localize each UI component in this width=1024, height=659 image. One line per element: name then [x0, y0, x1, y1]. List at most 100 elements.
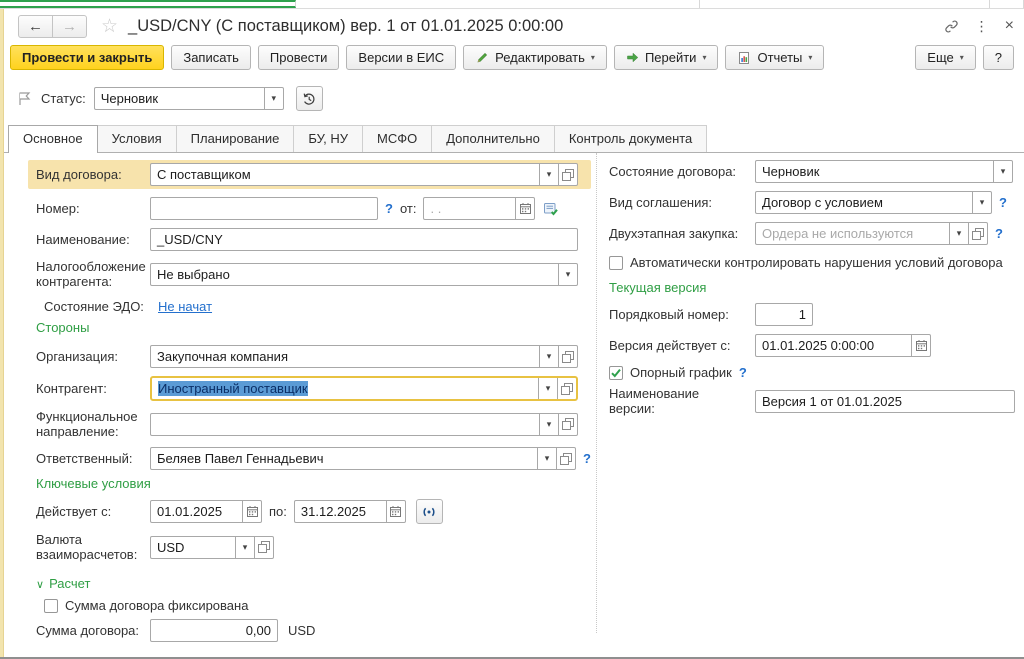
contract-state-dropdown-button[interactable]: ▾ [993, 161, 1012, 182]
active-window-tab[interactable] [0, 0, 296, 8]
period-link-button[interactable] [416, 499, 443, 524]
tab-additional[interactable]: Дополнительно [431, 125, 555, 152]
chevron-down-icon: ▾ [545, 453, 550, 464]
valid-to-calendar-button[interactable] [386, 501, 405, 522]
name-field[interactable]: _USD/CNY [150, 228, 578, 251]
write-button[interactable]: Записать [171, 45, 251, 70]
counterparty-value-selected: Иностранный поставщик [158, 381, 308, 396]
contract-state-field[interactable]: Черновик ▾ [755, 160, 1013, 183]
number-help[interactable]: ? [385, 201, 393, 216]
two-stage-help[interactable]: ? [995, 226, 1003, 241]
amount-fixed-checkbox[interactable] [44, 599, 58, 613]
sequence-number-field[interactable]: 1 [755, 303, 813, 326]
window-tab[interactable] [700, 0, 990, 8]
chevron-down-icon: ▾ [1001, 166, 1006, 177]
contract-kind-dropdown-button[interactable]: ▾ [539, 164, 558, 185]
amount-field[interactable]: 0,00 [150, 619, 278, 642]
two-stage-open-button[interactable] [968, 223, 987, 244]
window-tab[interactable] [296, 0, 700, 8]
responsible-dropdown-button[interactable]: ▾ [537, 448, 556, 469]
currency-label: Валюта взаиморасчетов: [36, 532, 150, 562]
get-link-icon[interactable] [944, 19, 959, 34]
more-actions-button[interactable]: Еще ▾ [915, 45, 975, 70]
document-date-calendar-button[interactable] [515, 198, 534, 219]
currency-dropdown-button[interactable]: ▾ [235, 537, 254, 558]
two-stage-dropdown-button[interactable]: ▾ [949, 223, 968, 244]
post-and-close-button[interactable]: Провести и закрыть [10, 45, 164, 70]
section-calculation[interactable]: ∨Расчет [36, 576, 591, 591]
responsible-field[interactable]: Беляев Павел Геннадьевич ▾ [150, 447, 576, 470]
valid-from-calendar-button[interactable] [242, 501, 261, 522]
reports-menu-button[interactable]: Отчеты ▾ [725, 45, 824, 70]
tab-bu-nu[interactable]: БУ, НУ [293, 125, 363, 152]
status-combobox[interactable]: Черновик ▾ [94, 87, 284, 110]
contract-kind-open-button[interactable] [558, 164, 577, 185]
edit-menu-button[interactable]: Редактировать ▾ [463, 45, 607, 70]
counterparty-dropdown-button[interactable]: ▾ [538, 378, 557, 399]
back-button[interactable]: ← [18, 15, 53, 38]
edit-label: Редактировать [495, 50, 585, 65]
valid-to-value: 31.12.2025 [295, 504, 386, 519]
contract-kind-field[interactable]: С поставщиком ▾ [150, 163, 578, 186]
organization-field[interactable]: Закупочная компания ▾ [150, 345, 578, 368]
reference-schedule-help[interactable]: ? [739, 365, 747, 380]
organization-open-button[interactable] [558, 346, 577, 367]
broadcast-period-icon [420, 505, 438, 519]
more-menu-icon[interactable]: ⋮ [975, 18, 989, 35]
currency-open-button[interactable] [254, 537, 273, 558]
version-name-field[interactable]: Версия 1 от 01.01.2025 [755, 390, 1015, 413]
organization-dropdown-button[interactable]: ▾ [539, 346, 558, 367]
document-date-placeholder: . . [424, 201, 515, 216]
document-window: ← → ☆ _USD/CNY (С поставщиком) вер. 1 от… [0, 0, 1024, 659]
version-valid-from-calendar-button[interactable] [911, 335, 930, 356]
section-key-terms: Ключевые условия [36, 476, 591, 491]
taxation-field[interactable]: Не выбрано ▾ [150, 263, 578, 286]
tab-msfo[interactable]: МСФО [362, 125, 432, 152]
two-stage-field[interactable]: Ордера не используются ▾ [755, 222, 988, 245]
functional-direction-field[interactable]: ▾ [150, 413, 578, 436]
tab-conditions[interactable]: Условия [97, 125, 177, 152]
counterparty-open-button[interactable] [557, 378, 576, 399]
counterparty-field[interactable]: Иностранный поставщик ▾ [150, 376, 578, 401]
favorite-star-icon[interactable]: ☆ [101, 15, 118, 38]
tab-main[interactable]: Основное [8, 125, 98, 153]
section-calculation-label: Расчет [49, 576, 90, 591]
functional-direction-dropdown-button[interactable]: ▾ [539, 414, 558, 435]
eis-versions-button[interactable]: Версии в ЕИС [346, 45, 456, 70]
open-form-icon [972, 228, 984, 240]
status-history-button[interactable] [296, 86, 323, 111]
tab-bar: Основное Условия Планирование БУ, НУ МСФ… [0, 121, 1024, 153]
section-parties: Стороны [36, 320, 591, 335]
valid-from-field[interactable]: 01.01.2025 [150, 500, 262, 523]
responsible-help[interactable]: ? [583, 451, 591, 466]
currency-field[interactable]: USD ▾ [150, 536, 274, 559]
valid-to-field[interactable]: 31.12.2025 [294, 500, 406, 523]
taxation-dropdown-button[interactable]: ▾ [558, 264, 577, 285]
auto-control-label: Автоматически контролировать нарушения у… [630, 255, 1003, 270]
auto-control-checkbox[interactable] [609, 256, 623, 270]
chevron-down-icon: ▾ [566, 269, 571, 280]
version-valid-from-field[interactable]: 01.01.2025 0:00:00 [755, 334, 931, 357]
post-button[interactable]: Провести [258, 45, 340, 70]
navigate-menu-button[interactable]: Перейти ▾ [614, 45, 719, 70]
tab-planning[interactable]: Планирование [176, 125, 295, 152]
status-dropdown-button[interactable]: ▾ [264, 88, 283, 109]
responsible-open-button[interactable] [556, 448, 575, 469]
edo-state-link[interactable]: Не начат [158, 299, 212, 314]
close-icon[interactable]: × [1005, 17, 1014, 35]
help-button[interactable]: ? [983, 45, 1014, 70]
reference-schedule-checkbox[interactable] [609, 366, 623, 380]
set-number-button[interactable] [543, 201, 559, 217]
number-field[interactable] [150, 197, 378, 220]
tab-document-control[interactable]: Контроль документа [554, 125, 707, 152]
agreement-kind-help[interactable]: ? [999, 195, 1007, 210]
window-tab[interactable] [990, 0, 1024, 8]
version-valid-from-value: 01.01.2025 0:00:00 [756, 338, 911, 353]
document-date-field[interactable]: . . [423, 197, 535, 220]
open-form-icon [562, 169, 574, 181]
forward-button[interactable]: → [52, 15, 87, 38]
responsible-row: Ответственный: Беляев Павел Геннадьевич … [36, 447, 591, 470]
functional-direction-open-button[interactable] [558, 414, 577, 435]
agreement-kind-field[interactable]: Договор с условием ▾ [755, 191, 992, 214]
agreement-kind-dropdown-button[interactable]: ▾ [972, 192, 991, 213]
